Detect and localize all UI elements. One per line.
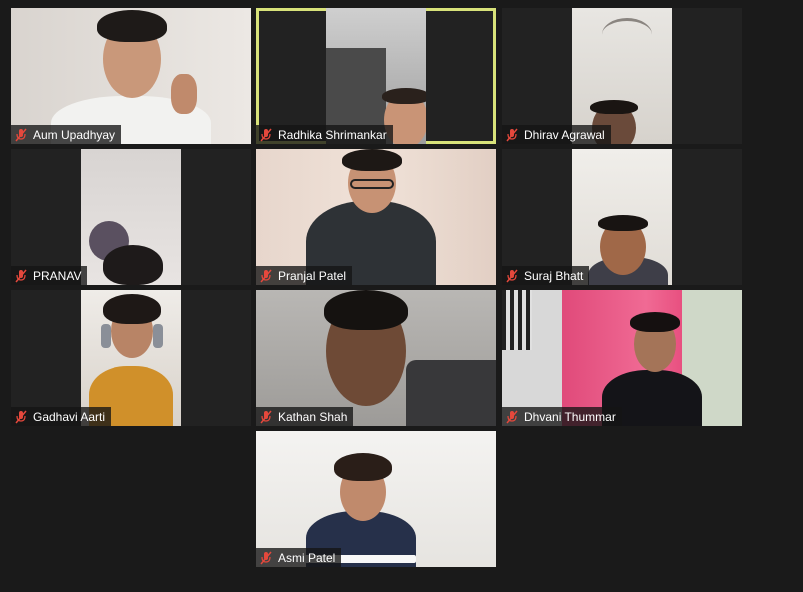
participant-name-label: Dhvani Thummar — [502, 407, 622, 426]
participant-name: Pranjal Patel — [278, 268, 347, 283]
video-tile-pranjal-patel[interactable]: Pranjal Patel — [256, 149, 496, 285]
video-tile-dhirav-agrawal[interactable]: Dhirav Agrawal — [502, 8, 742, 144]
participant-name: Asmi Patel — [278, 550, 336, 565]
participant-name-label: Gadhavi Aarti — [11, 407, 112, 426]
muted-mic-icon — [260, 269, 272, 282]
participant-name-label: Pranjal Patel — [256, 266, 353, 285]
participant-name-label: Kathan Shah — [256, 407, 354, 426]
video-feed — [81, 290, 181, 426]
video-tile-pranav[interactable]: PRANAV — [11, 149, 251, 285]
video-feed — [572, 149, 672, 285]
video-tile-aum-upadhyay[interactable]: Aum Upadhyay — [11, 8, 251, 144]
video-tile-dhvani-thummar[interactable]: Dhvani Thummar — [502, 290, 742, 426]
participant-name: Aum Upadhyay — [33, 127, 116, 142]
muted-mic-icon — [15, 410, 27, 423]
participant-name: Kathan Shah — [278, 409, 348, 424]
muted-mic-icon — [506, 128, 518, 141]
muted-mic-icon — [15, 128, 27, 141]
video-tile-suraj-bhatt[interactable]: Suraj Bhatt — [502, 149, 742, 285]
participant-name: Dhvani Thummar — [524, 409, 616, 424]
participant-name: Radhika Shrimankar — [278, 127, 387, 142]
participant-name: Dhirav Agrawal — [524, 127, 605, 142]
video-feed — [502, 290, 742, 426]
video-tile-kathan-shah[interactable]: Kathan Shah — [256, 290, 496, 426]
muted-mic-icon — [260, 551, 272, 564]
muted-mic-icon — [506, 410, 518, 423]
muted-mic-icon — [260, 128, 272, 141]
gallery-view: Aum Upadhyay Radhika Shrimankar Dhirav A… — [0, 0, 803, 592]
video-feed — [81, 149, 181, 285]
participant-name-label: Asmi Patel — [256, 548, 342, 567]
video-feed — [326, 8, 426, 144]
video-feed — [256, 149, 496, 285]
participant-name-label: Radhika Shrimankar — [256, 125, 393, 144]
video-feed — [572, 8, 672, 144]
muted-mic-icon — [506, 269, 518, 282]
video-feed — [256, 290, 496, 426]
video-tile-radhika-shrimankar[interactable]: Radhika Shrimankar — [256, 8, 496, 144]
muted-mic-icon — [15, 269, 27, 282]
video-tile-asmi-patel[interactable]: Asmi Patel — [256, 431, 496, 567]
muted-mic-icon — [260, 410, 272, 423]
participant-name: Suraj Bhatt — [524, 268, 584, 283]
participant-name-label: Aum Upadhyay — [11, 125, 122, 144]
participant-name: Gadhavi Aarti — [33, 409, 106, 424]
video-feed — [11, 8, 251, 144]
video-feed — [256, 431, 496, 567]
participant-name-label: Dhirav Agrawal — [502, 125, 611, 144]
participant-name: PRANAV — [33, 268, 82, 283]
participant-name-label: PRANAV — [11, 266, 88, 285]
video-tile-gadhavi-aarti[interactable]: Gadhavi Aarti — [11, 290, 251, 426]
participant-name-label: Suraj Bhatt — [502, 266, 590, 285]
